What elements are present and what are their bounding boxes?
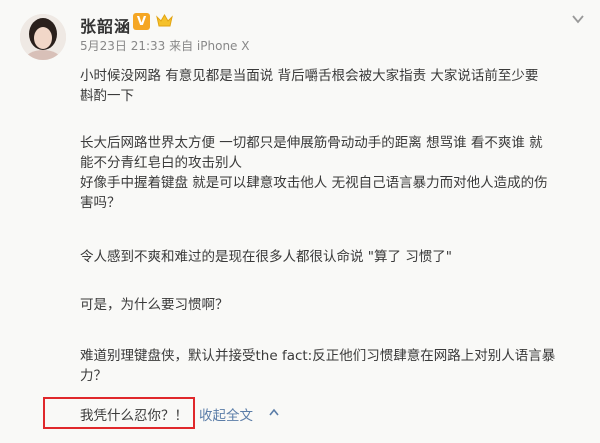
- paragraph-line: 令人感到不爽和难过的是现在很多人都很认命说 "算了 习惯了": [80, 249, 453, 265]
- paragraph-line: 可是，为什么要习惯啊？: [80, 297, 229, 313]
- paragraph-line: 难道别理键盘侠，默认并接受the fact:反正他们习惯肆意在网路上对别人语言暴: [80, 348, 556, 364]
- paragraph-line: 能不分青红皂白的攻击别人: [80, 155, 242, 171]
- weibo-post-card: 张韶涵 V 5月23日 21:33 来自 iPhone X 小时候没网路 有意见…: [0, 0, 600, 443]
- chevron-up-icon[interactable]: [268, 407, 280, 417]
- paragraph-line: 斟酌一下: [80, 88, 134, 104]
- paragraph-line: 力？: [80, 368, 107, 384]
- vip-badge-icon: V: [133, 13, 150, 30]
- chevron-down-icon[interactable]: [571, 12, 585, 26]
- paragraph-line: 长大后网路世界太方便 一切都只是伸展筋骨动动手的距离 想骂谁 看不爽谁 就: [80, 135, 543, 151]
- red-highlight-box: [43, 397, 195, 429]
- author-name[interactable]: 张韶涵: [80, 13, 131, 37]
- paragraph-line: 好像手中握着键盘 就是可以肆意攻击他人 无视自己语言暴力而对他人造成的伤: [80, 175, 548, 191]
- paragraph-line: 小时候没网路 有意见都是当面说 背后嚼舌根会被大家指责 大家说话前至少要: [80, 68, 539, 84]
- paragraph-line: 害吗？: [80, 195, 121, 211]
- collapse-button[interactable]: 收起全文: [199, 404, 253, 424]
- post-meta: 5月23日 21:33 来自 iPhone X: [80, 39, 250, 53]
- avatar[interactable]: [20, 14, 66, 60]
- crown-icon: [156, 14, 173, 27]
